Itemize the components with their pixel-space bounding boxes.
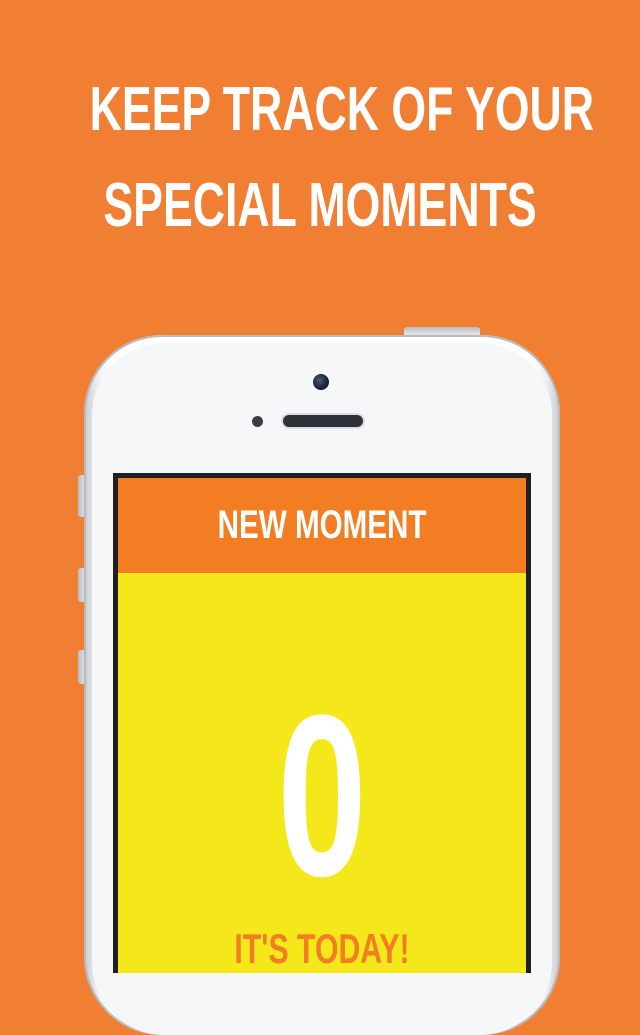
counter-caption: IT'S TODAY!	[234, 925, 410, 972]
phone-screen: NEW MOMENT 0 IT'S TODAY!	[113, 473, 531, 973]
earpiece-speaker-icon	[283, 415, 363, 427]
headline-line-2: SPECIAL MOMENTS	[103, 171, 537, 240]
front-camera-icon	[313, 374, 329, 390]
promo-headline: KEEP TRACK OF YOUR SPECIAL MOMENTS	[0, 62, 640, 254]
app-header: NEW MOMENT	[118, 478, 526, 573]
days-counter: 0	[277, 667, 367, 924]
headline-line-1: KEEP TRACK OF YOUR	[89, 75, 594, 144]
app-title: NEW MOMENT	[217, 503, 427, 547]
moment-panel[interactable]: 0 IT'S TODAY!	[118, 573, 526, 973]
proximity-sensor-icon	[252, 416, 263, 427]
phone-power-button	[404, 327, 480, 335]
